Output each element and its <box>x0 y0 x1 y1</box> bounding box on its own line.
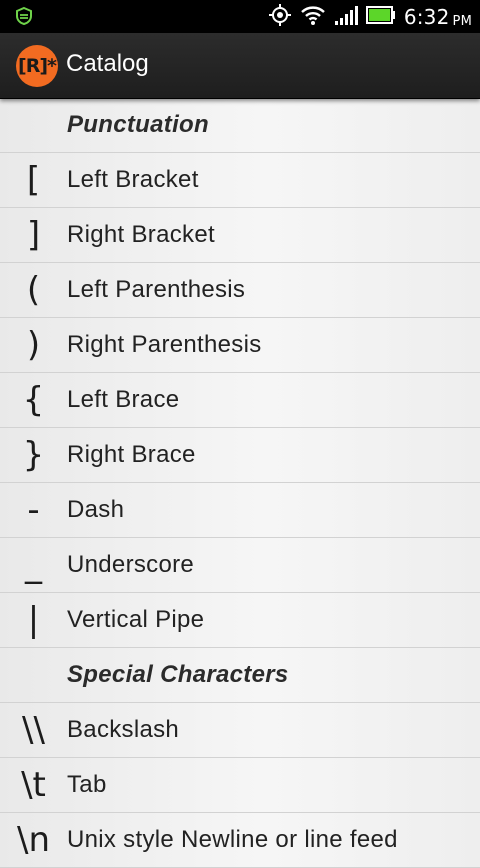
item-symbol: - <box>27 490 40 530</box>
item-label: Right Brace <box>67 441 196 468</box>
item-symbol: \\ <box>22 710 45 750</box>
section-header-label: Special Characters <box>67 661 289 688</box>
item-symbol: ) <box>26 325 41 365</box>
item-symbol: { <box>22 380 45 420</box>
list-item[interactable]: { Left Brace <box>0 373 480 428</box>
item-label: Underscore <box>67 551 195 578</box>
status-time: 6:32 PM <box>403 4 472 29</box>
item-symbol: | <box>27 600 40 640</box>
list-item[interactable]: ] Right Bracket <box>0 208 480 263</box>
item-label: Backslash <box>67 716 180 743</box>
item-symbol: ] <box>26 215 41 255</box>
item-label: Right Parenthesis <box>67 331 262 358</box>
list-item[interactable]: _ Underscore <box>0 538 480 593</box>
item-symbol <box>0 98 67 152</box>
action-bar: [R]* Catalog <box>0 33 480 99</box>
item-label: Tab <box>67 771 107 798</box>
item-label: Vertical Pipe <box>67 606 205 633</box>
list-item[interactable]: \n Unix style Newline or line feed <box>0 813 480 868</box>
item-label: Left Brace <box>67 386 180 413</box>
gps-icon <box>268 3 292 31</box>
shield-icon <box>14 6 34 26</box>
item-label: Left Bracket <box>67 166 199 193</box>
item-label: Dash <box>67 496 125 523</box>
item-symbol: [ <box>26 160 41 200</box>
battery-icon <box>365 5 396 28</box>
item-label: Left Parenthesis <box>67 276 246 303</box>
catalog-list: Punctuation [ Left Bracket] Right Bracket ( L… <box>0 98 480 868</box>
item-symbol: } <box>22 435 45 475</box>
list-item[interactable]: | Vertical Pipe <box>0 593 480 648</box>
item-symbol: _ <box>25 545 42 585</box>
app-logo[interactable]: [R]* <box>16 45 58 87</box>
list-item[interactable]: - Dash <box>0 483 480 538</box>
list-item[interactable]: ) Right Parenthesis <box>0 318 480 373</box>
list-item[interactable]: \t Tab <box>0 758 480 813</box>
status-bar: 6:32 PM <box>0 0 480 33</box>
item-symbol <box>0 648 67 702</box>
list-item[interactable]: [ Left Bracket <box>0 153 480 208</box>
section-header: Special Characters <box>0 648 480 703</box>
item-symbol: \n <box>16 820 50 860</box>
list-item[interactable]: ( Left Parenthesis <box>0 263 480 318</box>
item-symbol: \t <box>21 765 46 805</box>
item-label: Unix style Newline or line feed <box>67 826 398 853</box>
section-header: Punctuation <box>0 98 480 153</box>
wifi-icon <box>300 4 326 30</box>
item-symbol: ( <box>26 270 41 310</box>
signal-icon <box>334 4 358 30</box>
section-header-label: Punctuation <box>67 111 209 138</box>
list-item[interactable]: } Right Brace <box>0 428 480 483</box>
item-label: Right Bracket <box>67 221 215 248</box>
list-item[interactable]: \\ Backslash <box>0 703 480 758</box>
page-title: Catalog <box>66 50 149 77</box>
